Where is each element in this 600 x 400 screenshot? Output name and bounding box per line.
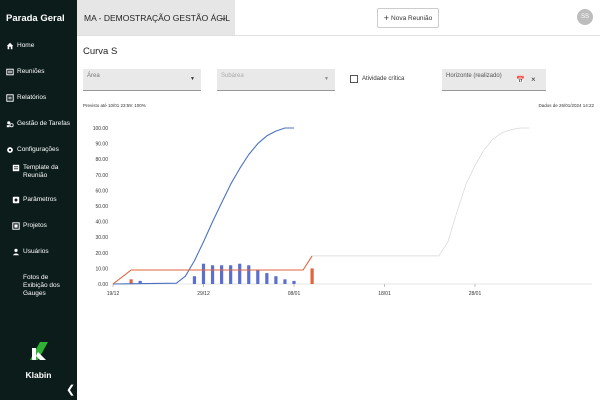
sidebar: Parada Geral Home Reuniões Relatórios Ge… — [0, 0, 77, 400]
sidebar-item-label: Parâmetros — [23, 196, 57, 203]
dropdown-arrow-icon: ▼ — [324, 76, 329, 82]
y-tick-label: 30.00 — [95, 235, 108, 241]
y-tick-label: 40.00 — [95, 220, 108, 226]
sidebar-item-settings[interactable]: Configurações — [6, 146, 74, 154]
checkbox-icon — [350, 75, 358, 83]
x-tick-label: 18/01 — [378, 291, 391, 297]
bar — [283, 279, 287, 284]
grey-s-curve-line — [312, 127, 530, 257]
bar — [229, 265, 233, 284]
template-icon — [12, 164, 20, 172]
data-timestamp: Dados de 26/01/2024 14:22 — [538, 103, 594, 108]
clear-icon[interactable]: × — [531, 75, 536, 84]
y-tick-label: 50.00 — [95, 204, 108, 210]
top-bar: MA - DEMOSTRAÇÃO GESTÃO ÁGIL ⌄ + Nova Re… — [77, 0, 600, 36]
page-title: Curva S — [83, 46, 118, 57]
horizon-date-field[interactable]: Horizonte (realizado) 📅 × — [442, 69, 546, 91]
subarea-select[interactable]: Subárea ▼ — [217, 69, 335, 91]
sidebar-item-label: Template da Reunião — [23, 164, 59, 179]
klabin-logo — [22, 340, 56, 367]
bar — [238, 263, 242, 284]
bar — [310, 268, 314, 284]
main-content: Curva S Área ▼ Subárea ▼ Atividade críti… — [77, 36, 600, 400]
projects-icon — [12, 222, 20, 230]
sidebar-item-parameters[interactable]: Parâmetros — [12, 196, 74, 204]
klabin-logo-icon — [30, 342, 48, 360]
meetings-icon — [6, 68, 14, 76]
sidebar-item-label: Configurações — [17, 146, 59, 153]
x-tick-label: 19/12 — [107, 291, 120, 297]
sidebar-item-label: Relatórios — [17, 94, 47, 101]
y-tick-label: 100.00 — [93, 126, 109, 132]
dropdown-arrow-icon: ▼ — [190, 76, 195, 82]
y-tick-label: 0.00 — [98, 282, 108, 288]
sidebar-item-label: Fotos de Exibição dos Gauges — [23, 274, 60, 297]
subarea-placeholder: Subárea — [221, 73, 244, 79]
settings-icon — [7, 147, 13, 153]
sidebar-item-template[interactable]: Template da Reunião — [12, 164, 74, 180]
sidebar-item-meetings[interactable]: Reuniões — [6, 68, 74, 76]
y-tick-label: 90.00 — [95, 142, 108, 148]
x-tick-label: 08/01 — [288, 291, 301, 297]
area-select[interactable]: Área ▼ — [83, 69, 201, 91]
y-tick-label: 20.00 — [95, 251, 108, 257]
new-meeting-button[interactable]: + Nova Reunião — [377, 8, 439, 28]
bar — [192, 276, 197, 284]
sidebar-item-home[interactable]: Home — [6, 42, 74, 50]
sidebar-item-photos[interactable]: Fotos de Exibição dos Gauges — [12, 274, 74, 298]
bar — [256, 269, 260, 284]
bar — [210, 265, 215, 284]
bar — [274, 276, 278, 284]
parameters-icon — [12, 196, 20, 204]
collapse-sidebar-button[interactable]: ❮ — [66, 383, 75, 396]
y-tick-label: 10.00 — [95, 266, 108, 272]
planned-s-curve-line — [112, 127, 294, 285]
users-icon — [12, 248, 20, 256]
critical-activity-label: Atividade crítica — [362, 76, 405, 82]
sidebar-item-users[interactable]: Usuários — [12, 248, 74, 256]
tasks-icon — [6, 121, 14, 128]
logo-text: Klabin — [25, 370, 52, 380]
y-tick-label: 60.00 — [95, 188, 108, 194]
project-selector[interactable]: MA - DEMOSTRAÇÃO GESTÃO ÁGIL ⌄ — [77, 0, 235, 35]
bar — [220, 265, 224, 284]
plus-icon: + — [383, 13, 390, 23]
bar — [265, 273, 269, 284]
reports-icon — [6, 94, 14, 102]
horizon-placeholder: Horizonte (realizado) — [446, 73, 502, 79]
sidebar-item-label: Home — [17, 42, 35, 49]
chevron-down-icon: ⌄ — [220, 12, 228, 22]
sidebar-item-label: Reuniões — [17, 68, 45, 75]
sidebar-item-reports[interactable]: Relatórios — [6, 94, 74, 102]
sidebar-item-projects[interactable]: Projetos — [12, 222, 74, 230]
app-title: Parada Geral — [6, 13, 65, 24]
y-tick-label: 70.00 — [95, 173, 108, 179]
new-meeting-label: Nova Reunião — [391, 14, 433, 22]
forecast-info: Previsto até 10/01 23:59: 100% — [83, 103, 146, 108]
x-tick-label: 28/01 — [469, 291, 482, 297]
x-tick-label: 29/12 — [197, 291, 210, 297]
sidebar-item-tasks[interactable]: Gestão de Tarefas — [6, 120, 74, 128]
calendar-icon[interactable]: 📅 — [516, 76, 525, 84]
avatar[interactable]: SS — [577, 9, 593, 25]
bar — [201, 263, 206, 284]
s-curve-chart: 0.00 10.00 20.00 30.00 40.00 50.00 60.00 70.00 8… — [93, 126, 592, 297]
bar — [292, 280, 296, 284]
home-icon — [6, 42, 14, 50]
sidebar-item-label: Projetos — [23, 222, 47, 229]
bar — [247, 265, 251, 284]
y-tick-label: 80.00 — [95, 157, 108, 163]
project-name: MA - DEMOSTRAÇÃO GESTÃO ÁGIL — [84, 12, 230, 23]
area-placeholder: Área — [87, 73, 100, 79]
sidebar-item-label: Usuários — [23, 248, 49, 255]
critical-activity-checkbox[interactable]: Atividade crítica — [350, 75, 404, 83]
sidebar-item-label: Gestão de Tarefas — [17, 120, 70, 127]
